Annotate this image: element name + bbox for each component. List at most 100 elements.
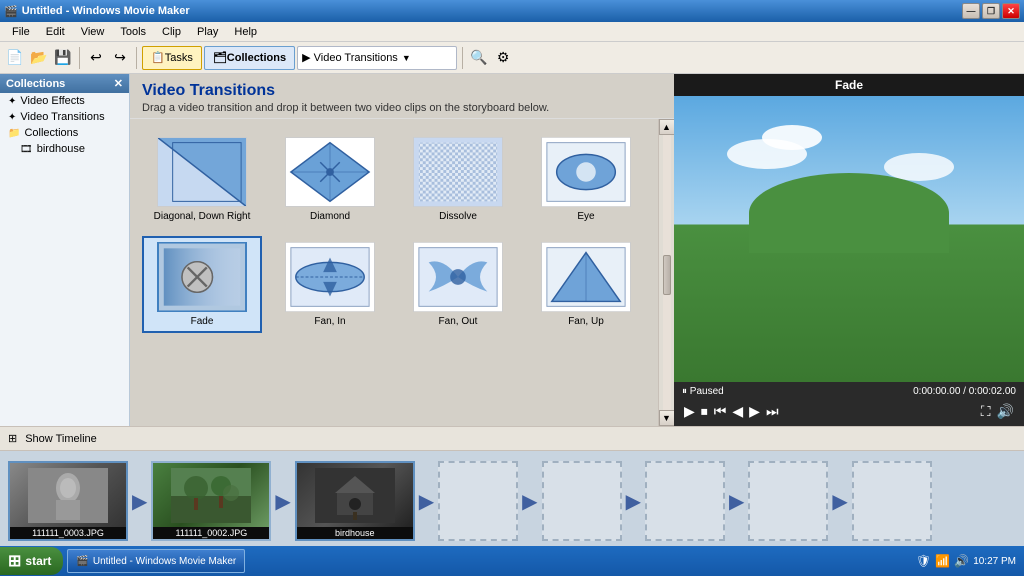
toolbar-separator-3 — [462, 47, 463, 69]
close-button[interactable]: ✕ — [1002, 3, 1020, 19]
tray-icon-network[interactable]: 📶 — [935, 554, 950, 568]
transition-fan-in[interactable]: Fan, In — [270, 236, 390, 333]
sidebar-video-transitions-label: Video Transitions — [20, 111, 104, 123]
prev-frame-button[interactable]: ◀ — [730, 401, 745, 422]
new-project-button[interactable]: 📄 — [4, 47, 26, 69]
collections-icon: 🗂 — [213, 51, 227, 64]
taskbar-apps: 🎬 Untitled - Windows Movie Maker — [63, 547, 908, 575]
play-pause-button[interactable]: ▶ — [682, 401, 697, 422]
bliss-hill — [749, 173, 949, 253]
undo-button[interactable]: ↩ — [85, 47, 107, 69]
storyboard-clip-2[interactable]: 111111_0002.JPG — [151, 461, 271, 541]
storyboard-clip-1[interactable]: 111111_0003.JPG — [8, 461, 128, 541]
storyboard-arrow-5: ▶ — [626, 489, 641, 514]
menu-view[interactable]: View — [73, 24, 113, 40]
bliss-image — [674, 96, 1024, 382]
search-button[interactable]: 🔍 — [468, 47, 490, 69]
toolbar-separator-2 — [136, 47, 137, 69]
scroll-track[interactable] — [663, 135, 671, 410]
menu-tools[interactable]: Tools — [112, 24, 154, 40]
cloud-2 — [762, 125, 822, 150]
preview-buttons: ▶ ⏹ ⏮ ◀ ▶ ⏭ ⛶ 🔊 — [682, 401, 1016, 422]
sidebar-item-collections[interactable]: 📁 Collections — [0, 125, 129, 141]
transition-label-dissolve: Dissolve — [439, 211, 477, 222]
clip-label-2: 111111_0002.JPG — [153, 527, 269, 539]
collections-button[interactable]: 🗂 Collections — [204, 46, 295, 70]
taskbar-clock: 10:27 PM — [973, 556, 1016, 567]
fullscreen-button[interactable]: ⛶ — [979, 401, 993, 422]
save-button[interactable]: 💾 — [52, 47, 74, 69]
transition-fan-up[interactable]: Fan, Up — [526, 236, 646, 333]
preview-status: ⏸ Paused 0:00:00.00 / 0:00:02.00 — [682, 386, 1016, 397]
transition-label-diamond: Diamond — [310, 211, 350, 222]
menu-clip[interactable]: Clip — [154, 24, 189, 40]
redo-button[interactable]: ↪ — [109, 47, 131, 69]
rewind-button[interactable]: ⏮ — [712, 401, 729, 422]
menu-edit[interactable]: Edit — [38, 24, 73, 40]
transitions-dropdown[interactable]: ▶ Video Transitions ▼ — [297, 46, 457, 70]
transition-fade[interactable]: Fade — [142, 236, 262, 333]
titlebar-controls: — ❐ ✕ — [962, 3, 1020, 19]
taskbar-movie-maker[interactable]: 🎬 Untitled - Windows Movie Maker — [67, 549, 245, 573]
storyboard-clip-3[interactable]: birdhouse — [295, 461, 415, 541]
fast-forward-button[interactable]: ⏭ — [764, 401, 781, 422]
scroll-handle[interactable] — [663, 255, 671, 295]
sidebar-item-birdhouse[interactable]: 🎞 birdhouse — [0, 141, 129, 157]
transition-diagonal-down-right[interactable]: Diagonal, Down Right — [142, 131, 262, 228]
transition-label-fan-in: Fan, In — [314, 316, 345, 327]
tasks-icon: 📋 — [151, 51, 165, 64]
maximize-button[interactable]: ❐ — [982, 3, 1000, 19]
preview-status-text: ⏸ Paused — [682, 386, 724, 397]
scroll-down-button[interactable]: ▼ — [659, 410, 675, 426]
preview-video — [674, 96, 1024, 382]
storyboard-empty-1 — [438, 461, 518, 541]
menu-file[interactable]: File — [4, 24, 38, 40]
storyboard-arrow-3: ▶ — [419, 489, 434, 514]
clip-image-statue — [10, 463, 126, 527]
playback-controls: ▶ ⏹ ⏮ ◀ ▶ ⏭ — [682, 401, 781, 422]
sidebar-item-video-transitions[interactable]: ✦ Video Transitions — [0, 109, 129, 125]
open-button[interactable]: 📂 — [28, 47, 50, 69]
show-timeline-label[interactable]: Show Timeline — [25, 433, 97, 445]
dropdown-label: Video Transitions — [314, 52, 398, 64]
scrollbar[interactable]: ▲ ▼ — [658, 119, 674, 426]
minimize-button[interactable]: — — [962, 3, 980, 19]
transition-thumb-diamond — [285, 137, 375, 207]
titlebar-left: 🎬 Untitled - Windows Movie Maker — [4, 5, 190, 18]
transition-dissolve[interactable]: Dissolve — [398, 131, 518, 228]
next-frame-button[interactable]: ▶ — [747, 401, 762, 422]
options-button[interactable]: ⚙ — [492, 47, 514, 69]
volume-button[interactable]: 🔊 — [995, 401, 1016, 422]
tasks-button[interactable]: 📋 Tasks — [142, 46, 202, 70]
start-label: start — [25, 554, 51, 568]
titlebar-title: Untitled - Windows Movie Maker — [22, 5, 190, 17]
birdhouse-film-icon: 🎞 — [20, 144, 33, 155]
transition-diamond[interactable]: Diamond — [270, 131, 390, 228]
storyboard-empty-4 — [748, 461, 828, 541]
transition-label-fade: Fade — [191, 316, 214, 327]
preview-panel: Fade ⏸ Paused 0:00:00.00 / 0:00:02.00 ▶ … — [674, 74, 1024, 426]
taskbar-tray: 🛡 📶 🔊 10:27 PM — [908, 554, 1024, 568]
clip-label-1: 111111_0003.JPG — [10, 527, 126, 539]
titlebar: 🎬 Untitled - Windows Movie Maker — ❐ ✕ — [0, 0, 1024, 22]
transitions-grid: Diagonal, Down Right — [138, 127, 650, 337]
collections-label: Collections — [227, 52, 286, 64]
windows-logo-icon: ⊞ — [8, 551, 21, 571]
menu-play[interactable]: Play — [189, 24, 226, 40]
sidebar-close-button[interactable]: ✕ — [114, 77, 123, 90]
start-button[interactable]: ⊞ start — [0, 547, 63, 575]
content-title: Video Transitions — [142, 82, 662, 100]
tray-icon-volume[interactable]: 🔊 — [954, 554, 969, 568]
storyboard-empty-5 — [852, 461, 932, 541]
transition-fan-out[interactable]: Fan, Out — [398, 236, 518, 333]
tray-icon-security[interactable]: 🛡 — [916, 554, 931, 568]
menu-help[interactable]: Help — [226, 24, 265, 40]
preview-title: Fade — [674, 74, 1024, 96]
scroll-up-button[interactable]: ▲ — [659, 119, 675, 135]
stop-button[interactable]: ⏹ — [699, 401, 710, 422]
preview-extra-controls: ⛶ 🔊 — [979, 401, 1016, 422]
transition-eye[interactable]: Eye — [526, 131, 646, 228]
taskbar: ⊞ start 🎬 Untitled - Windows Movie Maker… — [0, 546, 1024, 576]
sidebar-item-video-effects[interactable]: ✦ Video Effects — [0, 93, 129, 109]
storyboard-arrow-7: ▶ — [832, 489, 847, 514]
